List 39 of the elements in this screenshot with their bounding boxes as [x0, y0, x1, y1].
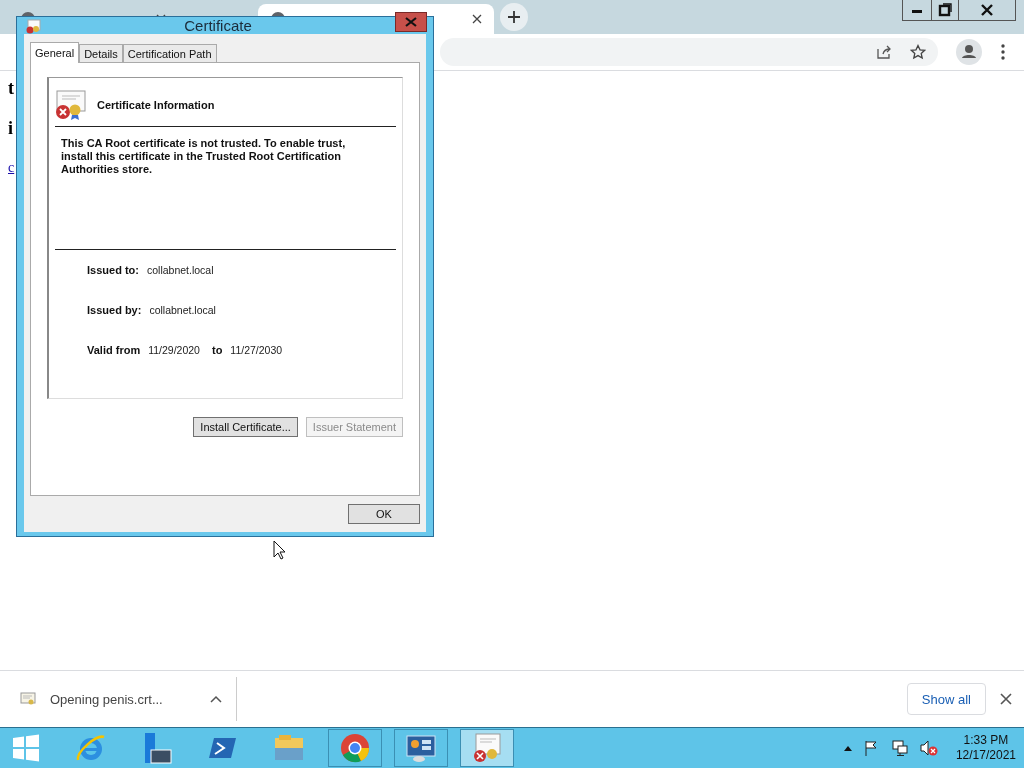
- field-value: 11/27/2030: [230, 344, 283, 356]
- windows-start-icon[interactable]: [12, 734, 40, 762]
- untrusted-certificate-icon: [55, 90, 87, 120]
- dialog-tab[interactable]: Certification Path: [122, 44, 217, 62]
- section-heading: Certificate Information: [97, 99, 215, 111]
- chrome-icon[interactable]: [328, 729, 382, 767]
- control-panel-icon[interactable]: [394, 729, 448, 767]
- dialog-button[interactable]: Install Certificate...: [193, 417, 298, 437]
- field-value: collabnet.local: [146, 264, 214, 276]
- new-tab-icon[interactable]: [500, 3, 528, 31]
- caret-up-icon[interactable]: [843, 745, 852, 751]
- trust-message: This CA Root certificate is not trusted. To enable trust, install this certificate in the Trusted Root Certification Authorities store.: [61, 137, 347, 177]
- download-item[interactable]: Opening penis.crt...: [20, 677, 237, 721]
- field-value: collabnet.local: [149, 304, 216, 316]
- show-all-button[interactable]: Show all: [906, 683, 986, 715]
- page-text: t: [8, 79, 14, 97]
- profile-icon[interactable]: [956, 39, 982, 65]
- dialog-title: Certificate: [184, 17, 252, 34]
- field-label: Valid from: [87, 344, 141, 356]
- ok-button[interactable]: OK: [348, 504, 420, 524]
- field-label: Issued by:: [87, 304, 142, 316]
- certificate-icon[interactable]: [460, 729, 514, 767]
- page-link[interactable]: c: [8, 159, 15, 177]
- field-label: Issued to:: [87, 264, 139, 276]
- speaker-muted-icon[interactable]: [919, 740, 938, 756]
- page-text: i: [8, 119, 13, 137]
- star-icon[interactable]: [910, 44, 926, 60]
- dialog-tab[interactable]: General: [30, 42, 80, 63]
- mouse-cursor-icon: [273, 540, 286, 560]
- share-icon[interactable]: [876, 44, 892, 60]
- certificate-icon: [20, 691, 36, 707]
- clock[interactable]: 1:33 PM 12/17/2021: [955, 733, 1016, 763]
- menu-icon[interactable]: [1000, 43, 1006, 61]
- caret-icon[interactable]: [210, 695, 222, 703]
- field-value: 11/29/2020: [148, 344, 200, 356]
- network-icon[interactable]: [891, 740, 908, 756]
- field-label: to: [211, 344, 223, 356]
- dialog-tab[interactable]: Details: [79, 44, 123, 62]
- close-button[interactable]: [395, 11, 427, 32]
